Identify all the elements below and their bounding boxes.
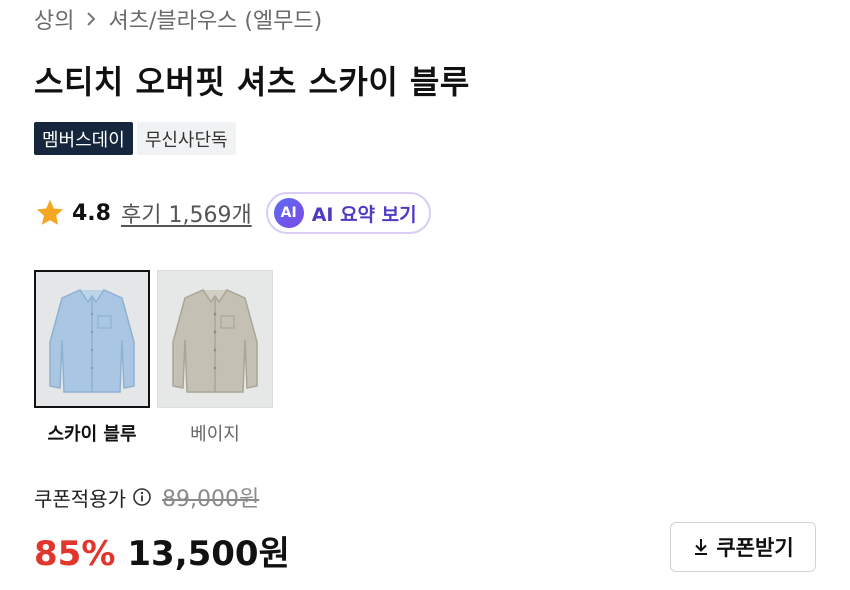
info-icon[interactable] [132,487,152,507]
discount-rate: 85% [34,534,116,574]
breadcrumb: 상의 셔츠/블라우스 (엘무드) [34,4,322,34]
ai-icon: AI [273,198,304,228]
review-count-link[interactable]: 후기 1,569개 [121,197,252,229]
ai-summary-label: AI 요약 보기 [311,203,417,226]
chevron-right-icon [82,10,100,28]
breadcrumb-category[interactable]: 상의 [34,3,74,35]
color-option-beige[interactable] [157,270,273,408]
star-icon [36,199,64,225]
breadcrumb-subcategory[interactable]: 셔츠/블라우스 (엘무드) [108,3,322,35]
shirt-thumbnail-sky-blue [49,289,135,393]
product-title: 스티치 오버핏 셔츠 스카이 블루 [34,63,470,101]
download-coupon-label: 쿠폰받기 [716,536,794,560]
color-option-label[interactable]: 베이지 [157,420,273,446]
shirt-thumbnail-beige [172,289,258,393]
rating-row: 4.8 후기 1,569개 AI AI 요약 보기 [34,192,431,234]
coupon-price-row: 쿠폰적용가 89,000원 [34,482,260,513]
ai-summary-button[interactable]: AI AI 요약 보기 [265,192,431,234]
color-option-sky-blue[interactable] [34,270,150,408]
exclusive-badge: 무신사단독 [136,122,236,155]
download-coupon-button[interactable]: 쿠폰받기 [670,522,816,572]
coupon-price-label: 쿠폰적용가 [34,486,126,511]
color-option-label[interactable]: 스카이 블루 [34,420,150,446]
final-price: 13,500원 [127,534,290,574]
rating-value: 4.8 [72,200,111,226]
original-price: 89,000원 [162,487,260,512]
download-icon [695,539,708,555]
membersday-badge: 멤버스데이 [34,122,133,155]
final-price-row: 85% 13,500원 [34,526,290,574]
badge-list: 멤버스데이 무신사단독 [34,122,236,155]
